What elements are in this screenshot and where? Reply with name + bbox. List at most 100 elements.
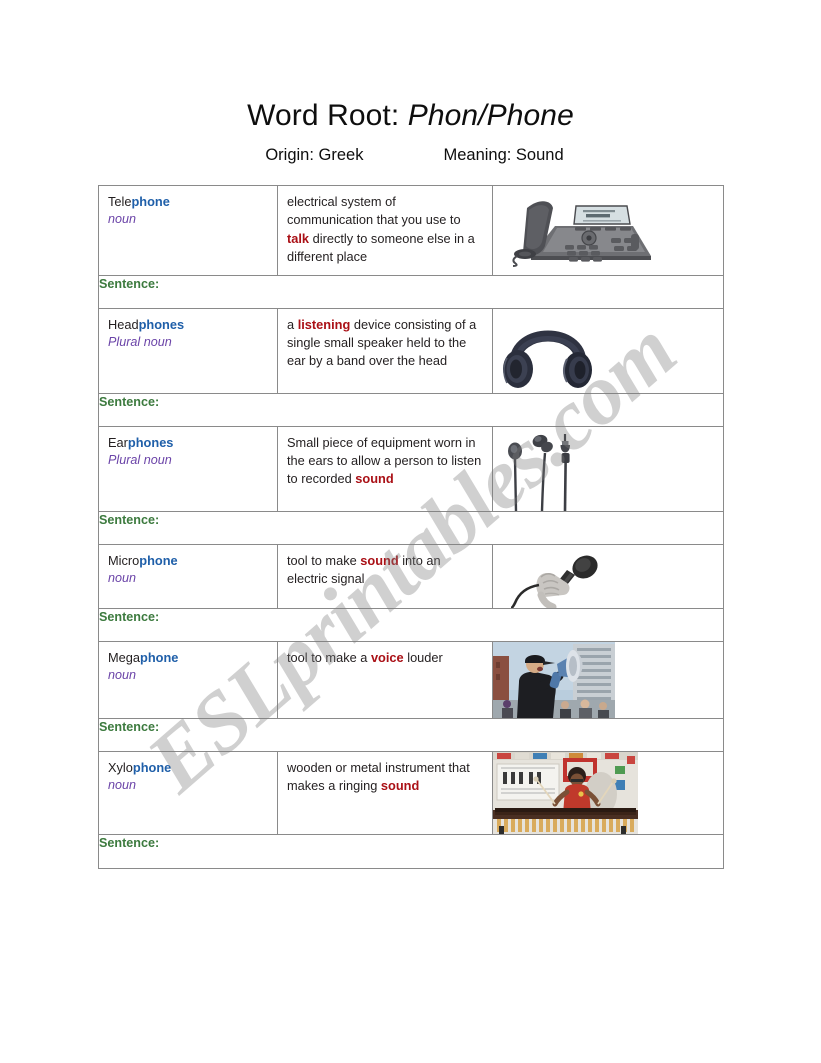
sentence-answer-cell[interactable]: Sentence: [98,607,724,642]
sentence-row: Sentence: [98,717,724,752]
sentence-label: Sentence: [99,719,160,734]
table-row: Telephone noun electrical system of comm… [98,185,724,276]
sentence-row: Sentence: [98,510,724,545]
table-row: Megaphone noun tool to make a voice loud… [98,640,724,719]
definition-keyword: sound [355,471,394,487]
part-of-speech: noun [108,777,137,792]
page-title: Word Root: Phon/Phone [0,98,821,134]
definition-cell: a listening device consisting of a singl… [277,307,493,394]
sentence-label: Sentence: [99,276,160,291]
word-cell: Microphone noun [98,543,278,609]
xylophone-illustration [493,752,723,834]
definition-cell: Small piece of equipment worn in the ear… [277,425,493,512]
headphones-illustration [493,309,723,393]
part-of-speech: Plural noun [108,452,172,467]
definition-keyword: sound [380,778,420,794]
vocabulary-word: Telephone [108,193,268,210]
sentence-row: Sentence: [98,274,724,309]
definition-text: tool to make sound into an electric sign… [287,552,483,589]
word-cell: Megaphone noun [98,640,278,719]
sentence-row: Sentence: [98,392,724,427]
man-with-megaphone-photo [493,642,723,718]
definition-keyword: listening [297,316,351,332]
word-root: phone [132,759,172,775]
definition-keyword: talk [287,230,310,246]
desk-telephone-photo [493,186,723,269]
student-playing-xylophone-photo [493,752,723,834]
table-row: Headphones Plural noun a listening devic… [98,307,724,394]
word-prefix: Mega [108,649,141,665]
word-prefix: Ear [108,434,128,450]
sentence-row: Sentence: [98,607,724,642]
word-cell: Headphones Plural noun [98,307,278,394]
definition-cell: tool to make a voice louder [277,640,493,719]
megaphone-illustration [493,642,723,718]
sentence-answer-cell[interactable]: Sentence: [98,510,724,545]
definition-segment: tool to make [287,552,361,568]
word-root: phone [131,194,170,209]
image-cell [492,750,724,835]
sentence-answer-cell[interactable]: Sentence: [98,833,724,869]
title-prefix: Word Root: [247,99,408,132]
definition-segment: a [287,316,298,332]
sentence-row: Sentence: [98,833,724,869]
vocabulary-word: Microphone [108,552,268,569]
meaning-label: Meaning: Sound [443,146,564,164]
definition-segment: louder [403,649,443,665]
word-root: phones [127,434,174,450]
vocabulary-table: Telephone noun electrical system of comm… [98,185,724,869]
vocabulary-word: Earphones [108,434,268,451]
word-prefix: Micro [108,552,140,568]
definition-cell: wooden or metal instrument that makes a … [277,750,493,835]
vocabulary-table-body: Telephone noun electrical system of comm… [98,185,724,869]
definition-text: wooden or metal instrument that makes a … [287,759,483,796]
definition-segment: electrical system of communication that … [287,194,461,228]
image-cell [492,185,724,276]
vocabulary-word: Xylophone [108,759,268,776]
earphones-illustration [493,427,723,511]
earbuds-photo [493,427,723,511]
word-root: phone [140,649,179,665]
word-cell: Earphones Plural noun [98,425,278,512]
definition-text: Small piece of equipment worn in the ear… [287,434,483,489]
definition-segment: tool to make a [287,649,371,665]
over-ear-headphones-photo [493,309,723,393]
sentence-label: Sentence: [99,512,160,527]
word-prefix: Xylo [108,759,133,775]
word-cell: Telephone noun [98,185,278,276]
definition-cell: electrical system of communication that … [277,185,493,276]
hand-holding-microphone-photo [493,545,723,608]
definition-segment: wooden or metal instrument that makes a … [287,759,470,794]
vocabulary-word: Headphones [108,316,268,333]
definition-keyword: sound [360,552,399,568]
title-root: Phon/Phone [407,99,574,132]
image-cell [492,307,724,394]
definition-text: electrical system of communication that … [287,193,483,267]
image-cell [492,425,724,512]
word-prefix: Head [108,316,139,332]
part-of-speech: noun [108,212,137,226]
definition-cell: tool to make sound into an electric sign… [277,543,493,609]
table-row: Earphones Plural noun Small piece of equ… [98,425,724,512]
sentence-answer-cell[interactable]: Sentence: [98,717,724,752]
definition-text: a listening device consisting of a singl… [287,316,483,371]
table-row: Xylophone noun wooden or metal instrumen… [98,750,724,835]
table-row: Microphone noun tool to make sound into … [98,543,724,609]
sentence-label: Sentence: [99,394,160,409]
sentence-label: Sentence: [99,609,160,624]
word-root: phones [138,316,185,332]
image-cell [492,640,724,719]
word-root: phone [139,552,178,568]
definition-keyword: voice [370,649,404,665]
image-cell [492,543,724,609]
part-of-speech: noun [108,570,137,585]
subtitle-row: Origin: Greek Meaning: Sound [0,145,821,165]
word-cell: Xylophone noun [98,750,278,835]
telephone-illustration [493,186,723,269]
definition-text: tool to make a voice louder [287,649,483,667]
sentence-answer-cell[interactable]: Sentence: [98,392,724,427]
worksheet-page: Word Root: Phon/Phone Origin: Greek Mean… [0,0,821,1063]
definition-segment: directly to someone else in a different … [287,230,475,265]
microphone-illustration [493,545,723,608]
sentence-answer-cell[interactable]: Sentence: [98,274,724,309]
